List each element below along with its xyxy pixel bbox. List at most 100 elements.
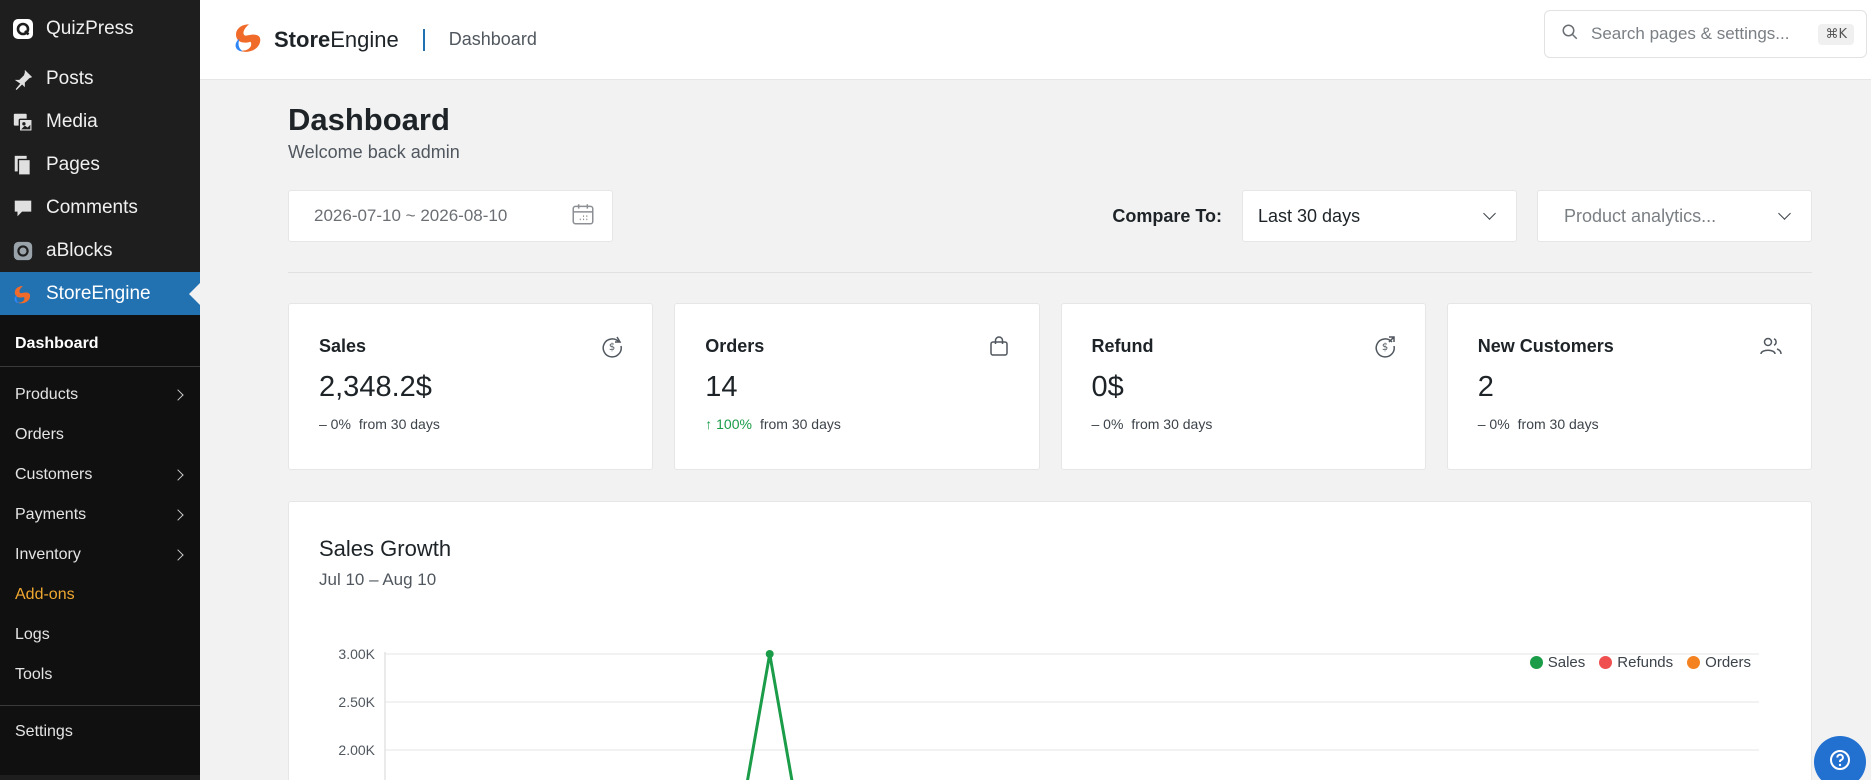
storeengine-submenu: Dashboard Products Orders Customers Paym… [0, 315, 200, 775]
stat-period: from 30 days [358, 416, 440, 432]
menu-label: Media [46, 110, 98, 132]
stat-card-new-customers: New Customers 2 – 0% from 30 days [1446, 303, 1812, 470]
stat-change: ↑ 100% [705, 416, 752, 432]
storeengine-icon [10, 281, 36, 307]
page-subtitle: Welcome back admin [288, 142, 460, 162]
stat-card-sales: Sales 2,348.2$ – 0% from 30 days $ [288, 303, 654, 470]
y-tick-label: 2.50K [338, 694, 375, 710]
stat-title: New Customers [1477, 336, 1614, 356]
stat-value: 2,348.2$ [319, 371, 432, 403]
menu-storeengine[interactable]: StoreEngine [0, 272, 200, 315]
product-analytics-select[interactable]: Product analytics... [1537, 190, 1812, 242]
stat-change: – 0% [319, 416, 351, 432]
chevron-down-icon [1483, 207, 1496, 220]
stat-card-orders: Orders 14 ↑ 100% from 30 days [674, 303, 1040, 470]
brand[interactable]: StoreEngine [230, 19, 399, 60]
submenu-products[interactable]: Products [0, 375, 200, 415]
submenu-logs[interactable]: Logs [0, 615, 200, 655]
submenu-customers[interactable]: Customers [0, 455, 200, 495]
chevron-right-icon [172, 469, 184, 481]
search-input[interactable] [1591, 24, 1819, 44]
bag-icon [987, 334, 1011, 358]
dollar-refresh-icon: $ [600, 334, 624, 358]
comment-icon [10, 195, 36, 221]
stat-period: from 30 days [759, 416, 841, 432]
help-icon [1828, 748, 1852, 777]
submenu-payments[interactable]: Payments [0, 495, 200, 535]
top-header: StoreEngine Dashboard ⌘K [200, 0, 1871, 80]
data-point-sales-peak[interactable] [765, 650, 774, 658]
stat-value: 14 [705, 371, 738, 403]
submenu-label: Inventory [15, 546, 81, 563]
stat-card-refund: Refund 0$ – 0% from 30 days $ [1060, 303, 1426, 470]
stat-trend: – 0% from 30 days [1092, 416, 1395, 432]
pin-icon [10, 66, 36, 92]
menu-pages[interactable]: Pages [0, 143, 200, 186]
submenu-label: Dashboard [15, 334, 99, 352]
date-range-value: 2026-07-10 ~ 2026-08-10 [314, 206, 508, 225]
svg-text:$: $ [609, 342, 615, 353]
breadcrumb: Dashboard [448, 29, 537, 49]
menu-label: StoreEngine [46, 282, 151, 304]
section-divider [288, 272, 1812, 273]
brand-divider [422, 28, 425, 51]
product-analytics-placeholder: Product analytics... [1564, 205, 1717, 226]
y-tick-label: 3.00K [338, 646, 375, 662]
submenu-addons[interactable]: Add-ons [0, 575, 200, 615]
stat-period: from 30 days [1131, 416, 1213, 432]
admin-sidebar: QuizPress Posts Media Pages Comments aBl… [0, 0, 200, 780]
stat-trend: – 0% from 30 days [1478, 416, 1781, 432]
stat-title: Sales [319, 336, 367, 356]
stat-change: – 0% [1091, 416, 1124, 432]
main-content: Dashboard Welcome back admin 2026-07-10 … [288, 80, 1812, 780]
submenu-orders[interactable]: Orders [0, 415, 200, 455]
menu-comments[interactable]: Comments [0, 186, 200, 229]
submenu-label: Logs [15, 626, 50, 643]
compare-value: Last 30 days [1258, 205, 1361, 226]
storeengine-logo-icon [230, 19, 268, 60]
submenu-label: Payments [15, 506, 87, 523]
submenu-dashboard[interactable]: Dashboard [0, 321, 200, 367]
brand-name: StoreEngine [274, 26, 399, 52]
menu-label: Pages [46, 153, 100, 175]
menu-label: aBlocks [46, 239, 113, 261]
media-icon [10, 109, 36, 135]
stat-trend: – 0% from 30 days [319, 416, 622, 432]
search-icon [1561, 23, 1579, 46]
users-icon [1759, 334, 1783, 358]
pages-icon [10, 152, 36, 178]
quizpress-icon [10, 16, 36, 42]
stat-trend: ↑ 100% from 30 days [705, 416, 1008, 432]
stat-change: – 0% [1477, 416, 1510, 432]
chevron-right-icon [172, 549, 184, 561]
help-button[interactable] [1814, 736, 1866, 780]
ablocks-icon [10, 238, 36, 264]
menu-ablocks[interactable]: aBlocks [0, 229, 200, 272]
chevron-right-icon [172, 389, 184, 401]
calendar-icon [570, 201, 596, 232]
chevron-right-icon [172, 509, 184, 521]
menu-label: QuizPress [46, 17, 134, 39]
series-line-sales [746, 652, 794, 780]
stat-period: from 30 days [1517, 416, 1599, 432]
submenu-label: Orders [15, 426, 64, 443]
submenu-settings[interactable]: Settings [0, 705, 200, 757]
search-box[interactable]: ⌘K [1544, 10, 1867, 58]
submenu-label: Add-ons [15, 586, 75, 603]
submenu-label: Settings [15, 722, 73, 740]
stat-value: 0$ [1091, 371, 1124, 403]
submenu-tools[interactable]: Tools [0, 655, 200, 695]
stat-value: 2 [1477, 371, 1494, 403]
submenu-inventory[interactable]: Inventory [0, 535, 200, 575]
menu-quizpress[interactable]: QuizPress [0, 0, 200, 57]
sales-growth-chart: 3.00K 2.50K 2.00K [338, 646, 1759, 780]
page-title: Dashboard [288, 102, 450, 137]
menu-media[interactable]: Media [0, 100, 200, 143]
stat-title: Refund [1091, 336, 1154, 356]
submenu-label: Customers [15, 466, 93, 483]
compare-select[interactable]: Last 30 days [1242, 190, 1517, 242]
date-range-picker[interactable]: 2026-07-10 ~ 2026-08-10 [288, 190, 613, 242]
filters-bar: 2026-07-10 ~ 2026-08-10 Compare To: Last… [288, 190, 1812, 242]
menu-posts[interactable]: Posts [0, 57, 200, 100]
menu-label: Posts [46, 67, 94, 89]
